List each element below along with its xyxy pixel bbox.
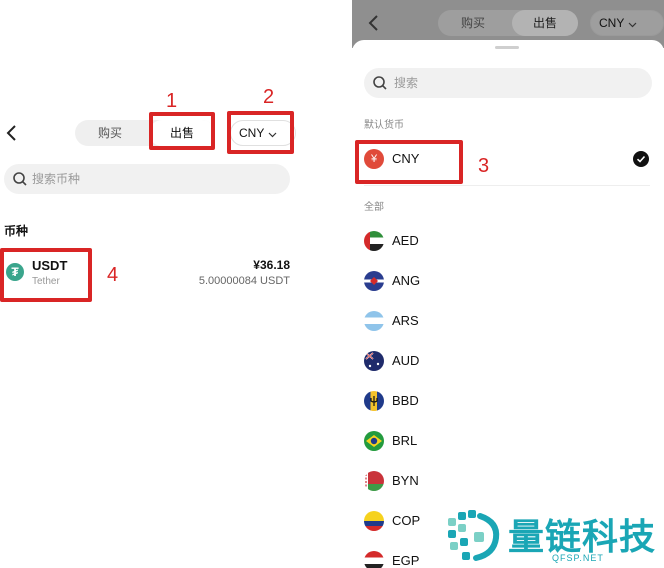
currency-row-aed[interactable]: AED [352, 221, 664, 261]
annotation-box-3 [355, 140, 463, 184]
flag-aud-icon [364, 351, 384, 371]
default-currency-label: 默认货币 [364, 120, 404, 131]
currency-code: BRL [392, 433, 418, 448]
all-currencies-label: 全部 [364, 202, 384, 213]
watermark-mark-icon [448, 510, 500, 561]
check-icon [633, 151, 649, 167]
search-input[interactable]: 搜索 [364, 68, 652, 98]
buy-sell-toggle: 购买 出售 [438, 10, 578, 36]
back-arrow-icon[interactable] [4, 124, 24, 144]
flag-ang-icon [364, 271, 384, 291]
flag-brl-icon [364, 431, 384, 451]
currency-sheet: 搜索 默认货币 ¥ CNY 全部 AED ANG ARS AUD BBD BRL… [352, 40, 664, 568]
annotation-box-4 [0, 248, 92, 302]
watermark-domain: QFSP.NET [552, 553, 604, 563]
currency-code: ANG [392, 273, 421, 288]
currency-row-byn[interactable]: BYN [352, 461, 664, 501]
currency-code: COP [392, 513, 421, 528]
watermark-logo: 量链科技 QFSP.NET [440, 504, 664, 568]
sheet-drag-handle[interactable] [495, 46, 519, 49]
search-icon [372, 75, 388, 96]
back-arrow-icon[interactable] [366, 14, 386, 34]
flag-bbd-icon [364, 391, 384, 411]
flag-egp-icon [364, 551, 384, 568]
search-input[interactable]: 搜索币种 [4, 164, 290, 194]
chevron-down-icon [628, 12, 637, 36]
flag-aed-icon [364, 231, 384, 251]
search-placeholder: 搜索 [394, 76, 419, 90]
asset-fiat-value: ¥36.18 [253, 258, 290, 272]
currency-code: AUD [392, 353, 420, 368]
tab-sell[interactable]: 出售 [512, 10, 578, 36]
tab-buy[interactable]: 购买 [75, 120, 145, 146]
flag-byn-icon [364, 471, 384, 491]
currency-code: ARS [392, 313, 419, 328]
currency-code: BBD [392, 393, 419, 408]
currency-selector-value: CNY [599, 16, 625, 30]
currency-row-bbd[interactable]: BBD [352, 381, 664, 421]
flag-ars-icon [364, 311, 384, 331]
currency-row-ars[interactable]: ARS [352, 301, 664, 341]
flag-cop-icon [364, 511, 384, 531]
currency-picker-screen: 购买 出售 CNY 搜索 默认货币 ¥ CNY 全部 AED ANG ARS A… [352, 0, 664, 568]
asset-amount: 5.00000084 USDT [198, 275, 290, 287]
annotation-number-3: 3 [478, 155, 490, 177]
tab-buy[interactable]: 购买 [438, 10, 508, 36]
annotation-number-1: 1 [166, 90, 178, 112]
currency-selector[interactable]: CNY [590, 10, 664, 36]
annotation-box-2 [227, 111, 294, 154]
annotation-number-4: 4 [107, 264, 119, 286]
section-title: 币种 [4, 224, 29, 238]
currency-row-brl[interactable]: BRL [352, 421, 664, 461]
currency-row-ang[interactable]: ANG [352, 261, 664, 301]
currency-row-aud[interactable]: AUD [352, 341, 664, 381]
currency-code: EGP [392, 553, 420, 568]
annotation-number-2: 2 [263, 86, 275, 108]
currency-code: AED [392, 233, 419, 248]
divider [364, 185, 650, 186]
currency-code: BYN [392, 473, 419, 488]
search-icon [12, 171, 28, 192]
search-placeholder: 搜索币种 [32, 172, 81, 186]
annotation-box-1 [149, 112, 215, 150]
